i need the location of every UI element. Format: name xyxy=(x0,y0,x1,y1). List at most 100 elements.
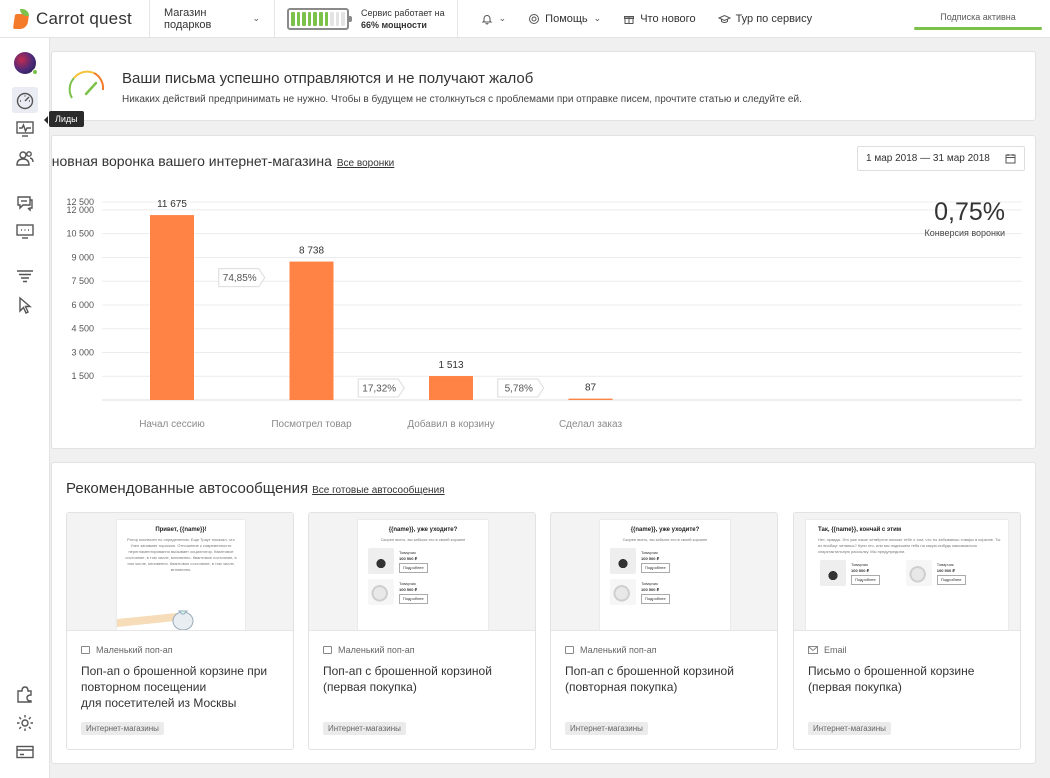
template-type-label: Маленький поп-ап xyxy=(338,645,415,655)
template-name-line: для посетителей из Москвы xyxy=(81,696,237,710)
email-icon xyxy=(808,646,818,654)
popup-icon xyxy=(565,646,574,654)
template-tag: Интернет-магазины xyxy=(323,722,406,735)
messages-icon xyxy=(16,224,34,239)
notifications-button[interactable]: ⌄ xyxy=(470,0,518,37)
service-status-line: Сервис работает на xyxy=(361,7,445,18)
bar-value-label: 11 675 xyxy=(157,199,187,210)
service-tour-link[interactable]: Тур по сервису xyxy=(707,0,824,37)
product-image xyxy=(610,579,636,605)
sidebar-item-chat[interactable] xyxy=(12,190,38,216)
subscription-status[interactable]: Подписка активна xyxy=(914,0,1042,38)
preview-text: Нет, правда. Это уже наше четвёртое пись… xyxy=(818,537,1001,554)
template-name-line: Поп-ап с брошенной корзиной xyxy=(565,664,734,678)
funnel-chart: 1 5003 0004 5006 0007 5009 00010 50012 0… xyxy=(66,197,1022,430)
battery-icon xyxy=(287,7,352,30)
logo[interactable]: Carrot quest xyxy=(0,0,150,37)
preview-product: Товарчик 100 500 ₽ Подробнее xyxy=(820,560,880,586)
bell-icon xyxy=(481,14,492,24)
cursor-icon xyxy=(19,296,32,314)
carrot-logo-icon xyxy=(12,8,30,29)
x-category-label: Добавил в корзину xyxy=(407,418,494,430)
preview-product: Товарчик 100 500 ₽ Подробнее xyxy=(368,579,488,605)
template-name: Поп-ап с брошенной корзиной (первая поку… xyxy=(323,663,523,695)
product-image xyxy=(905,560,932,586)
whats-new-label: Что нового xyxy=(640,12,696,25)
date-range-picker[interactable]: 1 мар 2018 — 31 мар 2018 xyxy=(857,146,1025,171)
y-tick-label: 9 000 xyxy=(71,252,94,262)
funnel-icon xyxy=(17,270,33,283)
product-price: 100 500 ₽ xyxy=(641,555,660,561)
help-menu[interactable]: Помощь ⌄ xyxy=(517,0,612,37)
sidebar-item-monitor[interactable] xyxy=(12,116,38,142)
y-tick-label: 10 500 xyxy=(66,229,94,239)
template-name-line: Поп-ап с брошенной корзиной xyxy=(323,664,492,678)
template-type: Маленький поп-ап xyxy=(81,645,173,655)
y-tick-label: 7 500 xyxy=(71,276,94,286)
sidebar-item-funnels[interactable] xyxy=(12,263,38,289)
battery-cell xyxy=(324,11,329,26)
chat-icon xyxy=(17,196,33,212)
product-button: Подробнее xyxy=(851,574,880,585)
store-select[interactable]: Магазин подарков ⌄ xyxy=(150,0,275,37)
battery-cell xyxy=(330,11,334,26)
template-name-line: (первая покупка) xyxy=(808,680,902,694)
product-button: Подробнее xyxy=(641,593,670,604)
battery-cell xyxy=(318,11,323,26)
preview-products: Товарчик 100 500 ₽ Подробнее Товарчик 100 5… xyxy=(806,555,1008,586)
sidebar-item-dashboard[interactable] xyxy=(12,87,38,113)
product-image xyxy=(820,560,846,586)
template-card[interactable]: {{name}}, уже уходите? Скорее всего, вы … xyxy=(308,512,536,750)
template-card[interactable]: Так, {{name}}, кончай с этим Нет, правда… xyxy=(793,512,1021,750)
preview-text: Ротор исключен по определению. Еще Траут… xyxy=(125,537,237,572)
step-conversion-label: 17,32% xyxy=(362,384,396,395)
sidebar-item-leads[interactable] xyxy=(12,146,38,172)
preview-product: Товарчик 100 500 ₽ Подробнее xyxy=(610,579,730,605)
x-category-label: Начал сессию xyxy=(139,419,205,430)
product-price: 100 500 ₽ xyxy=(641,586,660,592)
template-preview: Привет, {{name}}! Ротор исключен по опре… xyxy=(67,513,293,631)
all-funnels-link[interactable]: Все воронки xyxy=(337,158,394,169)
dashboard-icon xyxy=(16,92,34,110)
template-card[interactable]: {{name}}, уже уходите? Скорее всего, вы … xyxy=(550,512,778,750)
x-category-label: Сделал заказ xyxy=(559,419,622,430)
store-select-label: Магазин подарков xyxy=(164,6,212,31)
bar xyxy=(568,398,613,400)
template-preview: {{name}}, уже уходите? Скорее всего, вы … xyxy=(309,513,535,631)
all-ready-messages-link[interactable]: Все готовые автосообщения xyxy=(312,485,445,496)
alert-subtitle: Никаких действий предпринимать не нужно.… xyxy=(122,94,802,105)
template-name: Поп-ап о брошенной корзине при повторном… xyxy=(81,663,281,711)
y-tick-label: 3 000 xyxy=(71,347,94,357)
chevron-down-icon: ⌄ xyxy=(498,13,507,23)
sidebar-item-billing[interactable] xyxy=(12,739,38,765)
template-name-line: повторном посещении xyxy=(81,680,207,694)
product-button: Подробнее xyxy=(936,574,966,585)
sidebar-item-integrations[interactable] xyxy=(12,681,38,707)
battery-cell xyxy=(291,11,295,26)
subscription-label: Подписка активна xyxy=(940,12,1016,22)
funnel-title: ановная воронка вашего интернет-магазина… xyxy=(52,153,394,169)
template-type: Email xyxy=(808,645,847,655)
bar-value-label: 8 738 xyxy=(299,246,324,257)
sidebar-item-triggers[interactable] xyxy=(12,292,38,318)
battery-cell xyxy=(335,11,340,26)
template-card[interactable]: Привет, {{name}}! Ротор исключен по опре… xyxy=(66,512,294,750)
step-conversion-label: 5,78% xyxy=(505,384,533,395)
service-power-indicator[interactable]: Сервис работает на 66% мощности xyxy=(275,0,458,37)
bar xyxy=(429,376,473,400)
product-price: 100 500 ₽ xyxy=(936,567,955,573)
y-tick-label: 12 500 xyxy=(66,197,94,207)
whats-new-link[interactable]: Что нового xyxy=(612,0,706,37)
preview-product: Товарчик 100 500 ₽ Подробнее xyxy=(368,548,488,574)
funnel-conversion-value: 0,75% xyxy=(934,198,1005,226)
sidebar-tooltip: Лиды xyxy=(44,111,84,127)
service-tour-label: Тур по сервису xyxy=(735,12,813,25)
popup-preview: {{name}}, уже уходите? Скорее всего, вы … xyxy=(358,520,488,630)
sidebar-item-settings[interactable] xyxy=(12,710,38,736)
gift-icon xyxy=(624,15,635,24)
template-type-label: Маленький поп-ап xyxy=(96,645,173,655)
bar-value-label: 87 xyxy=(585,383,597,394)
subscription-bar xyxy=(914,27,1042,30)
sidebar-item-messages[interactable] xyxy=(12,219,38,245)
recommended-title-text: Рекомендованные автосообщения xyxy=(66,480,309,497)
